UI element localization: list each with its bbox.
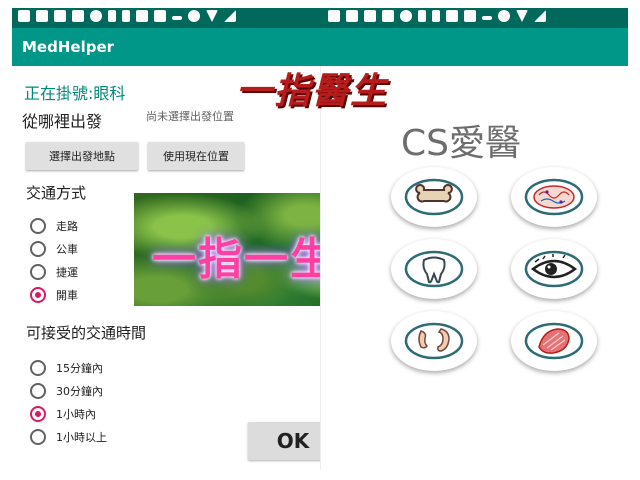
radio-button[interactable] [30, 241, 46, 257]
transport-option-label: 走路 [56, 220, 78, 233]
mail-icon [446, 10, 458, 22]
radio-button[interactable] [30, 429, 46, 445]
ear-nose-icon [404, 322, 464, 360]
transport-option-label: 公車 [56, 243, 78, 256]
ent-button[interactable] [391, 311, 477, 371]
wifi-icon [206, 10, 218, 22]
time-option-1hour[interactable]: 1小時內 [30, 406, 96, 422]
radio-button[interactable] [30, 218, 46, 234]
transport-option-mrt[interactable]: 捷運 [30, 264, 78, 280]
chess-icon [108, 10, 116, 22]
download-icon [364, 10, 376, 22]
chess-icon [432, 10, 440, 22]
time-option-label: 1小時以上 [56, 431, 107, 444]
muscle-icon [524, 322, 584, 360]
time-option-15min[interactable]: 15分鐘內 [30, 360, 103, 376]
radio-button[interactable] [30, 383, 46, 399]
wifi-icon [516, 10, 528, 22]
radio-button-selected[interactable] [30, 406, 46, 422]
shield-icon [90, 10, 102, 22]
signal-icon [224, 10, 236, 22]
message-icon [18, 10, 30, 22]
ophthalmology-button[interactable] [511, 239, 597, 299]
screen: MedHelper 正在掛號:眼科 從哪裡出發 尚未選擇出發位置 選擇出發地點 … [0, 0, 640, 480]
transport-option-walk[interactable]: 走路 [30, 218, 78, 234]
radio-button[interactable] [30, 360, 46, 376]
transport-option-drive[interactable]: 開車 [30, 287, 78, 303]
registration-status: 正在掛號:眼科 [24, 84, 126, 103]
dentistry-button[interactable] [391, 239, 477, 299]
settings-icon [382, 10, 394, 22]
settings-icon [72, 10, 84, 22]
eye-icon [524, 250, 584, 288]
app-bar: MedHelper [12, 28, 628, 66]
time-option-label: 1小時內 [56, 408, 96, 421]
time-option-over-1hour[interactable]: 1小時以上 [30, 429, 107, 445]
origin-label: 從哪裡出發 [22, 112, 103, 131]
chess-icon [418, 10, 426, 22]
use-current-location-button[interactable]: 使用現在位置 [148, 142, 244, 170]
choose-origin-button[interactable]: 選擇出發地點 [26, 142, 138, 170]
transport-option-bus[interactable]: 公車 [30, 241, 78, 257]
message-icon [328, 10, 340, 22]
brain-icon [524, 178, 584, 216]
status-bar [12, 8, 628, 28]
transport-option-label: 開車 [56, 289, 78, 302]
download-icon [54, 10, 66, 22]
dash-icon [172, 16, 182, 20]
radio-button-selected[interactable] [30, 287, 46, 303]
travel-time-label: 可接受的交通時間 [26, 324, 147, 342]
image-icon [346, 10, 358, 22]
time-option-label: 15分鐘內 [56, 362, 103, 375]
app-title: MedHelper [22, 38, 115, 56]
radio-button[interactable] [30, 264, 46, 280]
calendar-icon [464, 10, 476, 22]
bone-icon [404, 178, 464, 216]
chess-icon [122, 10, 130, 22]
circle-icon [498, 10, 510, 22]
neurology-button[interactable] [511, 167, 597, 227]
transport-label: 交通方式 [26, 184, 87, 202]
rehabilitation-button[interactable] [511, 311, 597, 371]
panel-title: CS愛醫 [401, 123, 521, 164]
mail-icon [136, 10, 148, 22]
time-option-label: 30分鐘內 [56, 385, 103, 398]
image-icon [36, 10, 48, 22]
overlay-logo-title: 一指醫生 [236, 70, 389, 112]
origin-status: 尚未選擇出發位置 [146, 110, 234, 123]
shield-icon [400, 10, 412, 22]
orthopedics-button[interactable] [391, 167, 477, 227]
calendar-icon [154, 10, 166, 22]
time-option-30min[interactable]: 30分鐘內 [30, 383, 103, 399]
signal-icon [534, 10, 546, 22]
transport-option-label: 捷運 [56, 266, 78, 279]
banner-text: 一指一生 [152, 234, 336, 285]
dash-icon [482, 16, 492, 20]
tooth-icon [404, 250, 464, 288]
department-panel: CS愛醫 [320, 66, 628, 470]
circle-icon [188, 10, 200, 22]
